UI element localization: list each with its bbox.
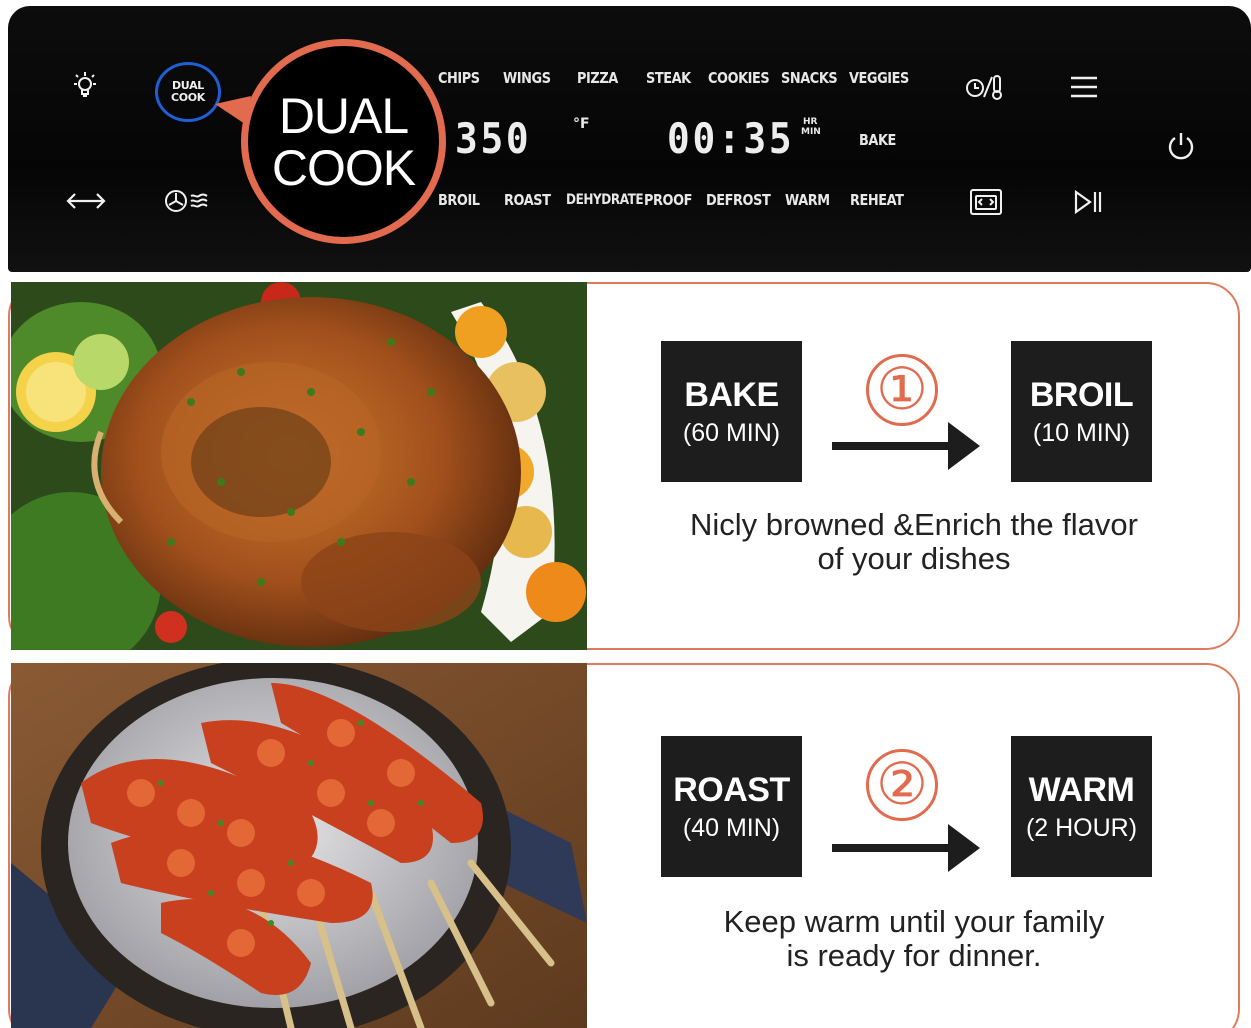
menu-icon[interactable] xyxy=(1064,70,1104,104)
roast-chicken-photo xyxy=(11,282,587,650)
step2-first-mode: ROAST xyxy=(673,770,790,809)
function-chips[interactable]: CHIPS xyxy=(438,69,480,87)
dual-cook-button-line2: COOK xyxy=(170,91,206,104)
step2-second-mode: WARM xyxy=(1028,770,1135,809)
step1-arrow-icon xyxy=(832,422,980,470)
function-snacks[interactable]: SNACKS xyxy=(781,69,838,87)
temp-time-icon[interactable] xyxy=(963,70,1007,104)
mode-display: BAKE xyxy=(859,131,896,149)
oven-icon[interactable] xyxy=(966,186,1006,218)
power-icon[interactable] xyxy=(1163,128,1199,164)
dual-cook-callout: DUAL COOK xyxy=(241,39,446,244)
step1-second-duration: (10 MIN) xyxy=(1032,418,1131,447)
step1-first-duration: (60 MIN) xyxy=(682,418,781,447)
callout-line1: DUAL xyxy=(278,87,409,144)
function-roast[interactable]: ROAST xyxy=(504,191,551,209)
step2-second-duration: (2 HOUR) xyxy=(1025,813,1138,842)
play-pause-icon[interactable] xyxy=(1068,186,1108,218)
light-icon[interactable] xyxy=(68,68,102,102)
function-steak[interactable]: STEAK xyxy=(646,69,691,87)
callout-line2: COOK xyxy=(271,139,416,196)
function-cookies[interactable]: COOKIES xyxy=(708,69,770,87)
step1-caption-line1: Nicly browned &Enrich the flavor xyxy=(690,507,1138,542)
control-panel: DUAL COOK DUAL COOK CHIPS WINGS PIZZA ST… xyxy=(8,6,1251,272)
temperature-unit: °F xyxy=(573,116,590,132)
function-broil[interactable]: BROIL xyxy=(438,191,480,209)
step2-caption: Keep warm until your family is ready for… xyxy=(614,905,1214,973)
time-unit-hr: HR xyxy=(803,117,818,127)
step1-first-mode: BAKE xyxy=(684,375,779,414)
function-pizza[interactable]: PIZZA xyxy=(577,69,618,87)
temperature-display: 350 xyxy=(455,114,532,163)
step1-second-mode: BROIL xyxy=(1029,375,1134,414)
function-warm[interactable]: WARM xyxy=(785,191,830,209)
rotate-arrows-icon[interactable] xyxy=(64,186,108,216)
function-proof[interactable]: PROOF xyxy=(644,191,692,209)
step1-second-box: BROIL (10 MIN) xyxy=(1011,341,1152,482)
time-unit-min: MIN xyxy=(801,127,821,137)
function-reheat[interactable]: REHEAT xyxy=(850,191,904,209)
step2-arrow-icon xyxy=(832,824,980,872)
step1-first-box: BAKE (60 MIN) xyxy=(661,341,802,482)
step2-caption-line1: Keep warm until your family xyxy=(723,904,1105,939)
step1-number-text: ① xyxy=(876,357,928,422)
step2-number-text: ② xyxy=(876,752,928,817)
function-wings[interactable]: WINGS xyxy=(503,69,551,87)
dual-cook-button[interactable]: DUAL COOK xyxy=(155,62,221,122)
step2-first-box: ROAST (40 MIN) xyxy=(661,736,802,877)
chicken-skewers-photo xyxy=(11,663,587,1028)
step2-first-duration: (40 MIN) xyxy=(682,813,781,842)
step2-caption-line2: is ready for dinner. xyxy=(786,938,1042,973)
step1-caption-line2: of your dishes xyxy=(817,541,1011,576)
step2-number: ② xyxy=(866,749,938,821)
function-defrost[interactable]: DEFROST xyxy=(706,191,771,209)
function-veggies[interactable]: VEGGIES xyxy=(849,69,909,87)
fan-icon[interactable] xyxy=(158,186,218,216)
step1-number: ① xyxy=(866,354,938,426)
step2-second-box: WARM (2 HOUR) xyxy=(1011,736,1152,877)
time-display: 00:35 xyxy=(667,114,795,163)
function-dehydrate[interactable]: DEHYDRATE xyxy=(566,192,644,208)
step1-caption: Nicly browned &Enrich the flavor of your… xyxy=(614,508,1214,576)
